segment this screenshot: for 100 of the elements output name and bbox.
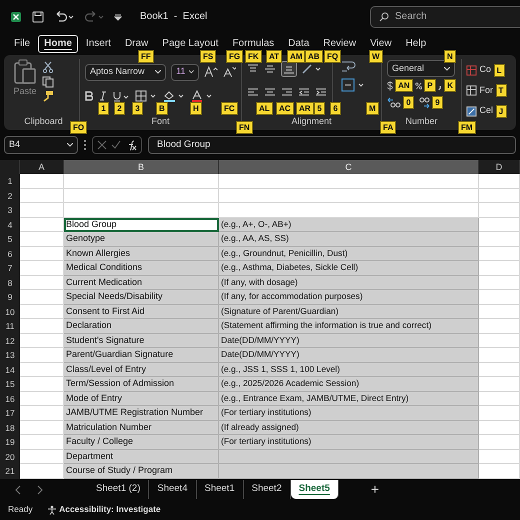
align-left-icon[interactable] bbox=[247, 88, 259, 98]
sheet-tab[interactable]: Sheet5 bbox=[290, 480, 339, 499]
ribbon-command[interactable]: For bbox=[466, 82, 493, 100]
column-header[interactable]: C bbox=[219, 160, 479, 174]
table-cell bbox=[20, 464, 64, 478]
name-box[interactable]: B4 bbox=[4, 136, 78, 154]
bottom-align-icon[interactable] bbox=[281, 61, 297, 77]
table-cell bbox=[479, 203, 520, 218]
top-align-icon[interactable] bbox=[247, 64, 259, 74]
orientation-icon[interactable] bbox=[302, 63, 322, 75]
menu-tab[interactable]: Insert bbox=[80, 35, 117, 53]
merge-center-icon[interactable] bbox=[341, 78, 365, 92]
menu-tab[interactable]: View bbox=[364, 35, 398, 53]
column-header[interactable]: A bbox=[20, 160, 64, 174]
font-name-dropdown[interactable]: Aptos Narrow bbox=[85, 64, 166, 80]
currency-icon[interactable] bbox=[387, 80, 394, 92]
paste-label[interactable]: Paste bbox=[13, 85, 36, 98]
customize-toolbar-icon[interactable] bbox=[114, 12, 122, 22]
menu-tab[interactable]: File bbox=[8, 35, 36, 53]
search-field[interactable]: Search bbox=[370, 6, 520, 28]
cancel-icon[interactable] bbox=[97, 140, 107, 150]
italic-icon[interactable] bbox=[99, 91, 107, 101]
row-header[interactable]: 2 bbox=[0, 188, 20, 203]
table-cell bbox=[20, 232, 64, 246]
row-header[interactable]: 11 bbox=[0, 319, 20, 334]
previous-sheet-icon[interactable] bbox=[14, 484, 22, 494]
row-header[interactable]: 7 bbox=[0, 261, 20, 276]
sheet-tab[interactable]: Sheet1 (2) bbox=[88, 480, 150, 499]
ribbon-command[interactable]: Cel bbox=[466, 102, 494, 120]
add-sheet-button[interactable]: + bbox=[362, 477, 388, 502]
column-header[interactable]: D bbox=[479, 160, 520, 174]
menu-tab[interactable]: Draw bbox=[118, 35, 154, 53]
column-header[interactable]: B bbox=[64, 160, 219, 174]
font-color-icon[interactable] bbox=[191, 90, 213, 102]
table-cell: Medical Conditions bbox=[64, 261, 219, 276]
font-size-dropdown[interactable]: 11 bbox=[171, 64, 200, 80]
decrease-indent-icon[interactable] bbox=[298, 88, 310, 98]
row-header[interactable]: 1 bbox=[0, 174, 20, 188]
row-header[interactable]: 21 bbox=[0, 464, 20, 478]
row-header[interactable]: 18 bbox=[0, 420, 20, 435]
menu-tab[interactable]: Data bbox=[282, 35, 316, 53]
row-header[interactable]: 15 bbox=[0, 377, 20, 392]
row-header[interactable]: 19 bbox=[0, 435, 20, 450]
row-header[interactable]: 13 bbox=[0, 348, 20, 362]
row-header[interactable]: 10 bbox=[0, 304, 20, 319]
menu-tab[interactable]: Home bbox=[38, 35, 78, 53]
paste-icon[interactable] bbox=[13, 59, 37, 85]
copy-icon[interactable] bbox=[42, 76, 54, 88]
underline-icon[interactable] bbox=[113, 90, 129, 102]
decrease-font-size-icon[interactable] bbox=[222, 66, 236, 78]
row-header[interactable]: 4 bbox=[0, 218, 20, 232]
table-cell bbox=[20, 334, 64, 348]
row-header[interactable]: 20 bbox=[0, 450, 20, 464]
row-header[interactable]: 12 bbox=[0, 334, 20, 348]
sheet-tab[interactable]: Sheet1 bbox=[196, 480, 244, 499]
save-icon[interactable] bbox=[32, 10, 44, 22]
row-header[interactable]: 5 bbox=[0, 232, 20, 246]
format-painter-icon[interactable] bbox=[42, 90, 54, 102]
group-label: Clipboard bbox=[24, 114, 63, 128]
borders-icon[interactable] bbox=[135, 90, 157, 102]
bold-icon[interactable] bbox=[85, 91, 93, 101]
row-header[interactable]: 9 bbox=[0, 290, 20, 304]
menu-tab[interactable]: Page Layout bbox=[156, 35, 224, 53]
row-header[interactable]: 8 bbox=[0, 276, 20, 290]
menu-tab[interactable]: Formulas bbox=[226, 35, 280, 53]
increase-font-size-icon[interactable] bbox=[204, 66, 218, 78]
ribbon-command[interactable]: Co bbox=[466, 61, 492, 79]
cut-icon[interactable] bbox=[42, 61, 54, 73]
number-format-dropdown[interactable]: General bbox=[387, 60, 455, 77]
percent-icon[interactable] bbox=[414, 80, 422, 90]
table-cell bbox=[479, 377, 520, 392]
undo-icon[interactable] bbox=[54, 10, 74, 22]
accessibility-icon[interactable] bbox=[46, 504, 57, 514]
keytip-badge: 1 bbox=[98, 102, 109, 115]
increase-decimal-icon[interactable] bbox=[387, 96, 401, 108]
fill-color-icon[interactable] bbox=[163, 90, 185, 102]
increase-indent-icon[interactable] bbox=[315, 88, 327, 98]
table-cell: (If any, with dosage) bbox=[219, 276, 479, 290]
row-header[interactable]: 16 bbox=[0, 392, 20, 406]
align-right-icon[interactable] bbox=[281, 88, 293, 98]
formula-field[interactable]: Blood Group bbox=[148, 136, 516, 154]
table-cell: (If any, for accommodation purposes) bbox=[219, 290, 479, 304]
accessibility-status[interactable]: Accessibility: Investigate bbox=[59, 503, 161, 516]
middle-align-icon[interactable] bbox=[264, 64, 276, 74]
menu-tab[interactable]: Review bbox=[317, 35, 362, 53]
table-cell bbox=[479, 420, 520, 435]
wrap-text-icon[interactable] bbox=[341, 59, 357, 73]
redo-icon[interactable] bbox=[84, 10, 104, 22]
row-header[interactable]: 3 bbox=[0, 203, 20, 218]
menu-tab[interactable]: Help bbox=[400, 35, 432, 53]
row-header[interactable]: 17 bbox=[0, 406, 20, 420]
row-header[interactable]: 6 bbox=[0, 246, 20, 261]
enter-icon[interactable] bbox=[111, 140, 121, 150]
sheet-tab[interactable]: Sheet4 bbox=[149, 480, 196, 499]
table-cell: (e.g., Entrance Exam, JAMB/UTME, Direct Entry) bbox=[219, 392, 479, 406]
next-sheet-icon[interactable] bbox=[36, 484, 44, 494]
table-cell bbox=[479, 232, 520, 246]
align-center-icon[interactable] bbox=[264, 88, 276, 98]
table-cell bbox=[479, 319, 520, 334]
row-header[interactable]: 14 bbox=[0, 362, 20, 377]
